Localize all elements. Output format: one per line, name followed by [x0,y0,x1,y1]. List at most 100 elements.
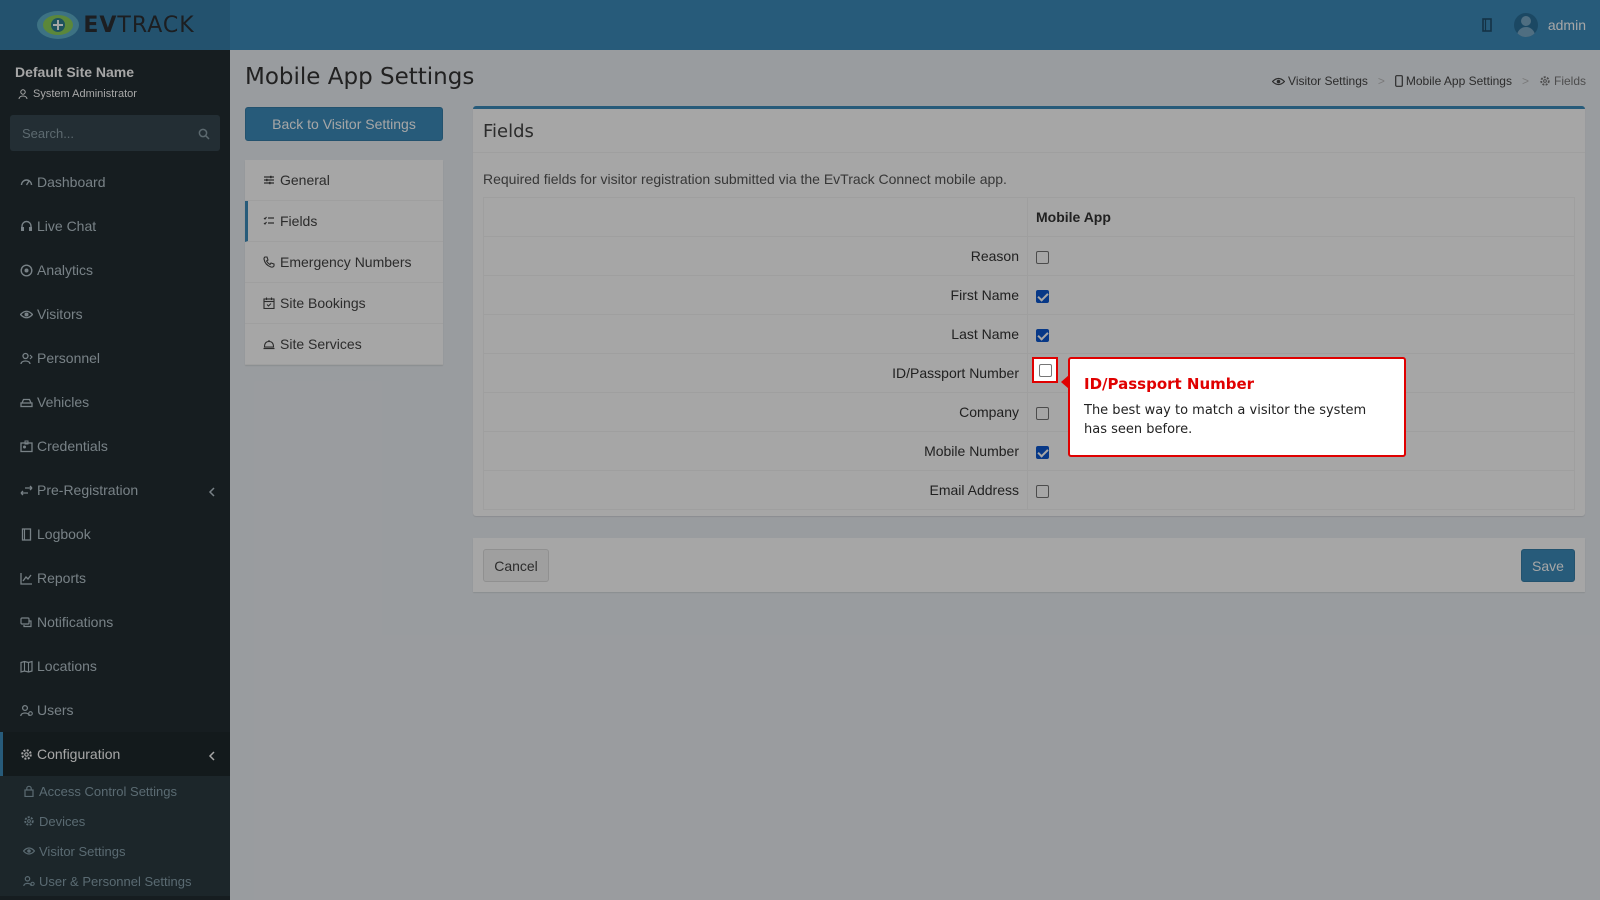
configuration-submenu: Access Control Settings Devices Visitor … [0,776,230,896]
sidebar-item-label: Notifications [37,614,114,630]
sidebar-item-logbook[interactable]: Logbook [0,512,230,556]
sidebar-item-locations[interactable]: Locations [0,644,230,688]
eye-icon [23,845,35,857]
form-actions: Cancel Save [473,538,1585,592]
first-name-checkbox[interactable] [1036,289,1049,303]
search-input[interactable] [22,125,198,141]
sidebar-item-label: Pre-Registration [37,482,139,498]
field-label: Company [483,392,1028,432]
company-checkbox[interactable] [1036,406,1049,420]
concierge-bell-icon [263,338,275,350]
lock-icon [23,785,35,797]
sidebar-item-label: Dashboard [37,174,106,190]
user-role-label: System Administrator [33,88,137,100]
table-header-empty [483,197,1028,237]
calendar-icon [263,297,275,309]
sidebar-subitem-devices[interactable]: Devices [0,806,230,836]
last-name-checkbox[interactable] [1036,328,1049,342]
field-label: ID/Passport Number [483,353,1028,393]
page-title: Mobile App Settings [245,64,475,90]
breadcrumb-visitor-settings[interactable]: Visitor Settings [1272,74,1368,88]
settings-menu-fields[interactable]: Fields [245,201,443,242]
sidebar-item-label: Reports [37,570,87,586]
users-icon [23,875,35,887]
breadcrumb-label: Fields [1553,74,1586,88]
settings-menu-site-bookings[interactable]: Site Bookings [245,283,443,324]
back-to-visitor-settings-button[interactable]: Back to Visitor Settings [245,107,443,141]
sidebar-subitem-label: Access Control Settings [39,783,178,799]
field-label: Email Address [483,470,1028,510]
settings-menu-general[interactable]: General [245,160,443,201]
breadcrumb-label: Mobile App Settings [1405,74,1512,88]
sidebar-nav: Dashboard Live Chat Analytics Visitors P… [0,160,230,896]
chevron-left-icon [208,484,216,497]
tooltip-body: The best way to match a visitor the syst… [1084,403,1367,437]
avatar [1513,13,1538,37]
sliders-icon [263,174,275,186]
email-address-checkbox[interactable] [1036,484,1049,498]
table-row: First Name [483,275,1575,315]
logo[interactable]: EVTRACK [0,0,230,50]
breadcrumb-separator: > [1521,74,1529,88]
sidebar-item-users[interactable]: Users [0,688,230,732]
sidebar-item-label: Visitors [37,306,83,322]
table-row: Email Address [483,470,1575,510]
sidebar-subitem-user-personnel-settings[interactable]: User & Personnel Settings [0,866,230,896]
user-menu[interactable]: admin [1513,13,1586,37]
sidebar-item-reports[interactable]: Reports [0,556,230,600]
user-tie-icon [19,351,33,365]
sidebar-item-vehicles[interactable]: Vehicles [0,380,230,424]
settings-menu-label: Emergency Numbers [280,254,412,270]
sidebar-item-visitors[interactable]: Visitors [0,292,230,336]
id-card-icon [19,439,33,453]
sidebar-item-live-chat[interactable]: Live Chat [0,204,230,248]
sidebar-subitem-label: User & Personnel Settings [39,873,192,889]
mobile-number-checkbox[interactable] [1036,445,1049,459]
fields-table: Mobile App Reason First Name Last Name I… [483,197,1575,510]
sidebar-item-personnel[interactable]: Personnel [0,336,230,380]
field-label: Last Name [483,314,1028,354]
breadcrumb-label: Visitor Settings [1288,74,1368,88]
book-icon[interactable] [1480,18,1494,32]
headset-icon [19,219,33,233]
sidebar-item-label: Credentials [37,438,108,454]
sidebar-item-label: Locations [37,658,97,674]
settings-menu-site-services[interactable]: Site Services [245,324,443,365]
sidebar-item-pre-registration[interactable]: Pre-Registration [0,468,230,512]
settings-menu-emergency-numbers[interactable]: Emergency Numbers [245,242,443,283]
sidebar-item-label: Vehicles [37,394,90,410]
sidebar-subitem-visitor-settings[interactable]: Visitor Settings [0,836,230,866]
search-icon[interactable] [198,127,210,140]
sidebar-subitem-access-control-settings[interactable]: Access Control Settings [0,776,230,806]
sidebar-item-analytics[interactable]: Analytics [0,248,230,292]
breadcrumb-mobile-app-settings[interactable]: Mobile App Settings [1394,74,1512,88]
settings-menu-label: Site Bookings [280,295,366,311]
sidebar-item-label: Personnel [37,350,101,366]
sidebar-item-label: Users [37,702,74,718]
table-row: Last Name [483,314,1575,354]
settings-menu-label: Fields [280,213,318,229]
chart-icon [19,571,33,585]
sidebar-item-configuration[interactable]: Configuration [0,732,230,776]
target-icon [19,263,33,277]
tour-tooltip: ID/Passport Number The best way to match… [1061,357,1406,457]
settings-menu: General Fields Emergency Numbers Site Bo… [245,160,443,365]
cancel-button[interactable]: Cancel [483,549,549,582]
top-navbar: EVTRACK admin [0,0,1600,50]
id-passport-number-checkbox-highlighted[interactable] [1038,363,1052,377]
sidebar-item-notifications[interactable]: Notifications [0,600,230,644]
book-icon [19,527,33,541]
site-name: Default Site Name [15,64,135,80]
phone-icon [263,256,275,268]
tour-highlight[interactable] [1032,357,1058,383]
sidebar-item-dashboard[interactable]: Dashboard [0,160,230,204]
reason-checkbox[interactable] [1036,250,1049,264]
users-icon [19,703,33,717]
eye-icon [19,307,33,321]
sidebar-item-label: Analytics [37,262,94,278]
table-row: Reason [483,236,1575,276]
map-icon [19,659,33,673]
sidebar: Default Site Name System Administrator D… [0,50,230,900]
save-button[interactable]: Save [1521,549,1575,582]
sidebar-item-credentials[interactable]: Credentials [0,424,230,468]
